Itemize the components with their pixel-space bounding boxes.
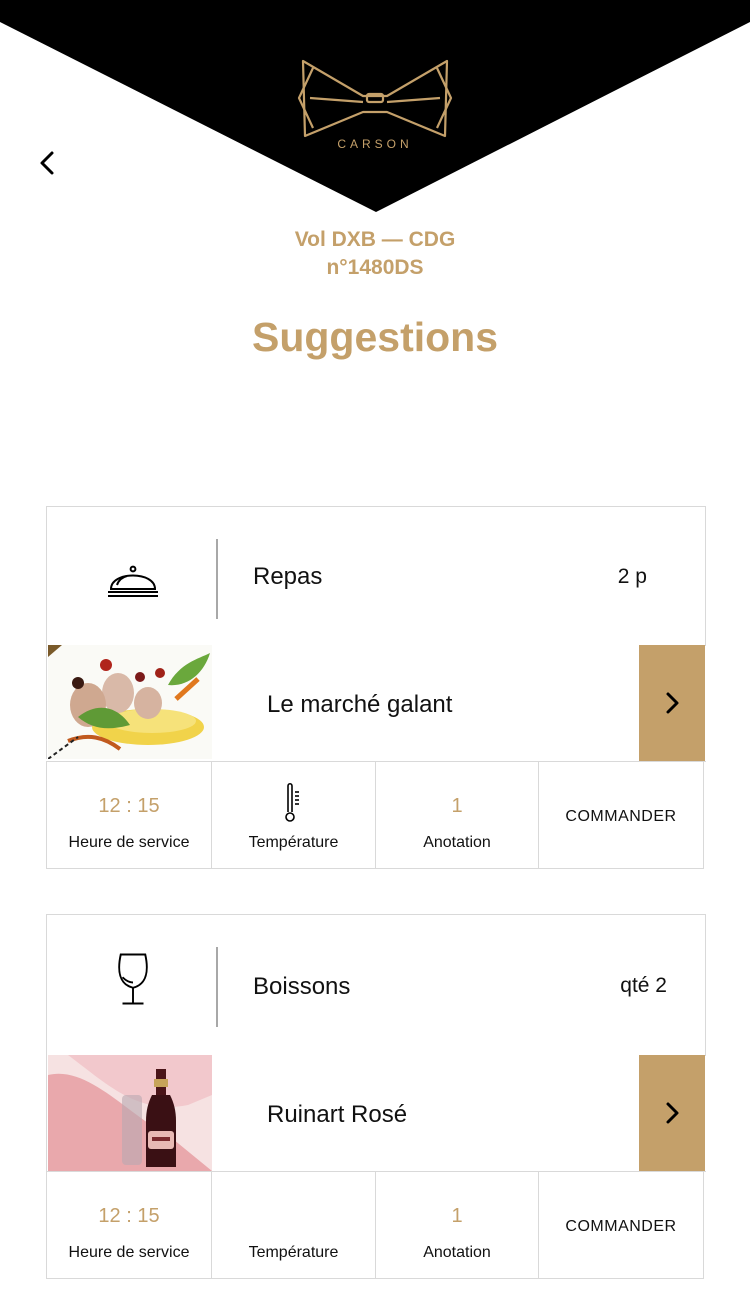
item-row[interactable]: Le marché galant (46, 645, 705, 761)
chevron-left-icon (40, 151, 54, 175)
flight-number: n°1480DS (326, 256, 424, 279)
order-cell[interactable]: COMMANDER (539, 1172, 704, 1279)
service-time-value: 12 : 15 (98, 1205, 160, 1227)
item-name: Le marché galant (267, 691, 453, 718)
temperature-cell[interactable]: Température (212, 762, 376, 869)
cloche-icon (108, 565, 158, 597)
item-detail-button[interactable] (639, 645, 705, 761)
item-detail-button[interactable] (639, 1055, 705, 1171)
page-title: Suggestions (251, 314, 499, 360)
flight-info: Vol DXB — CDG n°1480DS (0, 226, 750, 282)
service-time-cell[interactable]: 12 : 15 Heure de service (46, 762, 212, 869)
item-name: Ruinart Rosé (267, 1101, 408, 1128)
card-header: Boissons qté 2 (46, 914, 706, 1056)
category-label: Repas (253, 563, 323, 590)
temperature-cell[interactable]: Température (212, 1172, 376, 1279)
item-options: 12 : 15 Heure de service Température 1 A… (46, 1171, 706, 1280)
service-time-value: 12 : 15 (98, 795, 160, 817)
flight-route: Vol DXB — CDG (294, 228, 456, 251)
dish-image (48, 645, 212, 759)
chevron-right-icon (666, 692, 679, 714)
service-time-label: Heure de service (68, 1244, 190, 1261)
order-button[interactable]: COMMANDER (539, 1218, 703, 1236)
order-button[interactable]: COMMANDER (539, 808, 703, 826)
item-options: 12 : 15 Heure de service Température 1 A… (46, 761, 706, 870)
temperature-label: Température (248, 1244, 339, 1261)
header-divider (216, 947, 218, 1027)
annotation-cell[interactable]: 1 Anotation (376, 762, 539, 869)
thermometer-icon (285, 782, 299, 822)
drink-image (48, 1055, 212, 1171)
quantity-count: qté 2 (620, 974, 667, 997)
annotation-label: Anotation (423, 834, 491, 851)
service-time-label: Heure de service (68, 834, 190, 851)
annotation-label: Anotation (423, 1244, 491, 1261)
item-row[interactable]: Ruinart Rosé (46, 1055, 705, 1171)
back-button[interactable] (30, 145, 66, 181)
order-cell[interactable]: COMMANDER (539, 762, 704, 869)
annotation-count: 1 (451, 1205, 463, 1227)
header-divider (216, 539, 218, 619)
temperature-label: Température (248, 834, 339, 851)
service-time-cell[interactable]: 12 : 15 Heure de service (46, 1172, 212, 1279)
category-label: Boissons (253, 973, 351, 1000)
brand-name: CARSON (337, 137, 413, 151)
portion-count: 2 p (617, 565, 647, 588)
annotation-cell[interactable]: 1 Anotation (376, 1172, 539, 1279)
card-header: Repas 2 p (46, 506, 706, 646)
chevron-right-icon (666, 1102, 679, 1124)
annotation-count: 1 (451, 795, 463, 817)
wine-glass-icon (118, 953, 148, 1005)
